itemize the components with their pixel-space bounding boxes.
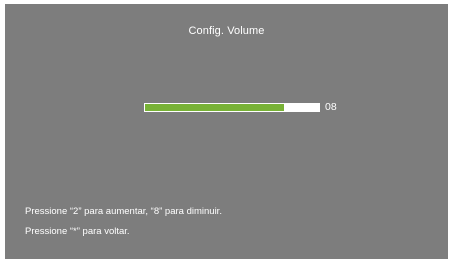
- volume-bar-fill: [145, 103, 285, 111]
- volume-settings-screen: Config. Volume 08 Pressione “2” para aum…: [5, 4, 448, 259]
- volume-control[interactable]: 08: [144, 101, 337, 113]
- volume-bar-track[interactable]: [144, 102, 320, 112]
- back-instruction: Pressione “*” para voltar.: [25, 226, 130, 237]
- adjust-instruction: Pressione “2” para aumentar, “8” para di…: [25, 206, 222, 217]
- screen-title: Config. Volume: [188, 25, 265, 37]
- volume-value: 08: [325, 101, 337, 113]
